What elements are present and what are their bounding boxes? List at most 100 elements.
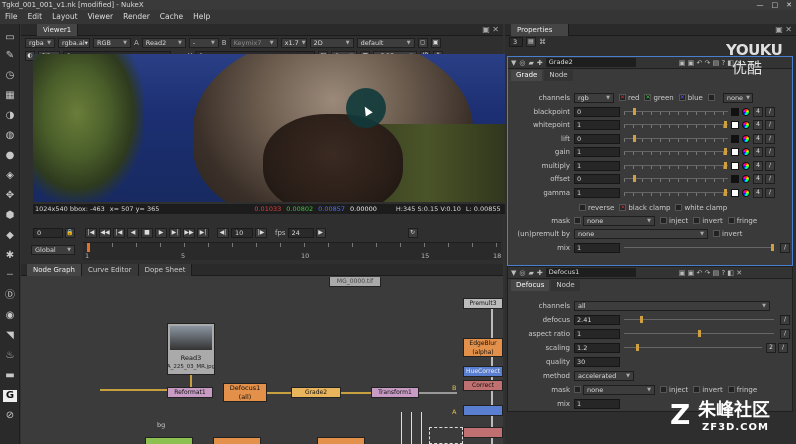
unpremult-dropdown[interactable]: none ▼	[574, 228, 708, 239]
whitepoint-colorwheel-icon[interactable]	[742, 121, 750, 129]
aspect-slider[interactable]	[624, 329, 774, 339]
invert-checkbox[interactable]	[693, 217, 701, 224]
blackpoint-swatch-icon[interactable]	[731, 107, 739, 116]
reverse-checkbox[interactable]	[579, 204, 586, 211]
multiply-slider[interactable]	[624, 161, 728, 171]
skip-back-button[interactable]: ◀|	[217, 228, 229, 238]
draw-icon[interactable]: ✎	[3, 50, 17, 62]
blackpoint-channels-button[interactable]: 4	[753, 106, 763, 117]
subtab-defocus-node[interactable]: Node	[551, 279, 580, 291]
node-reformat[interactable]: Reformat1	[167, 387, 213, 398]
defocus-mask-dropdown[interactable]: none ▼	[583, 384, 655, 395]
next-keyframe-button[interactable]: ▶▶	[183, 228, 195, 238]
loop-mode-icon[interactable]: ↻	[407, 228, 418, 238]
defocus-channels-dropdown[interactable]: all ▼	[574, 300, 770, 311]
black-clamp-checkbox[interactable]: ✕	[619, 204, 627, 211]
menu-file[interactable]: File	[0, 10, 23, 24]
input-a-dropdown[interactable]: Read2 ▼	[141, 37, 186, 48]
other-icon[interactable]: ◥	[3, 330, 17, 342]
blackpoint-slider[interactable]	[624, 107, 728, 117]
defocus-inject-checkbox[interactable]	[660, 386, 667, 393]
views-icon[interactable]: ◆	[3, 230, 17, 242]
timeline-slider[interactable]: 1 5 10 15 18	[83, 242, 501, 260]
lift-curve-icon[interactable]: ∕	[765, 133, 775, 144]
tab-viewer1[interactable]: Viewer1	[37, 23, 79, 36]
toolsets-icon[interactable]: ▬	[3, 370, 17, 382]
defocus-curve-icon[interactable]: ∕	[780, 314, 790, 325]
mask-dropdown[interactable]: none ▼	[583, 215, 655, 226]
subtab-grade[interactable]: Grade	[511, 69, 543, 81]
alpha-channel-dropdown[interactable]: rgba.al▾	[58, 37, 90, 48]
blackpoint-field[interactable]: 0	[574, 106, 620, 117]
offset-channels-button[interactable]: 4	[753, 174, 763, 184]
input-b-dropdown[interactable]: Keymix7 ▼	[229, 37, 278, 48]
alpha-channel-select[interactable]: none ▼	[722, 92, 753, 103]
time-icon[interactable]: ◷	[3, 70, 17, 82]
gamma-slider[interactable]	[624, 188, 728, 198]
defocus-viewer-icon[interactable]: ▰	[529, 269, 534, 277]
scaling-slider[interactable]	[624, 343, 762, 353]
color-icon[interactable]: ◑	[3, 110, 17, 122]
scaling-field[interactable]: 1.2	[574, 342, 620, 353]
aspect-curve-icon[interactable]: ∕	[780, 328, 790, 339]
prev-frame-button[interactable]: |◀	[113, 228, 125, 238]
grade-node-name[interactable]: Grade2	[545, 58, 636, 67]
transform-icon[interactable]: ✥	[3, 190, 17, 202]
node-top-read[interactable]: MG_0000.tif	[329, 277, 381, 287]
node-huecorrect[interactable]: HueCorrect	[463, 366, 503, 377]
defocus-invert-checkbox[interactable]	[693, 386, 701, 393]
lift-slider[interactable]	[624, 134, 728, 144]
tab-properties[interactable]: Properties	[511, 23, 569, 36]
defocus-mix-field[interactable]: 1	[574, 398, 620, 409]
defocus-collapse-icon[interactable]: ▼	[511, 269, 516, 277]
lock-panels-icon[interactable]: ⌘	[539, 38, 546, 46]
play-backward-button[interactable]: ◀	[127, 228, 139, 238]
node-blue[interactable]	[463, 405, 503, 416]
unpremult-invert-checkbox[interactable]	[713, 230, 720, 237]
whitepoint-curve-icon[interactable]: ∕	[765, 120, 775, 130]
gain-swatch-icon[interactable]	[731, 148, 739, 156]
panel-menu-icon[interactable]: ▣ ✕	[482, 25, 503, 34]
lock-range-icon[interactable]: 🔒	[65, 228, 75, 238]
multiply-curve-icon[interactable]: ∕	[765, 160, 775, 171]
roi-button[interactable]: ◻	[417, 37, 428, 48]
lock-button[interactable]: ▣	[430, 37, 441, 48]
multiply-colorwheel-icon[interactable]	[742, 161, 750, 170]
lift-field[interactable]: 0	[574, 133, 620, 144]
menu-layout[interactable]: Layout	[47, 10, 83, 24]
minimize-button[interactable]: —	[757, 0, 764, 10]
stop-button[interactable]: ■	[141, 228, 153, 238]
offset-slider[interactable]	[624, 174, 728, 184]
gain-channels-button[interactable]: 4	[753, 147, 763, 157]
collapse-icon[interactable]: ▼	[511, 59, 516, 67]
menu-viewer[interactable]: Viewer	[83, 10, 119, 24]
scope-dropdown[interactable]: Global ▼	[31, 245, 75, 255]
defocus-header-buttons-icon[interactable]: ▣ ▣ ↶ ↷ ▤ ? ◧ ✕	[679, 269, 742, 277]
tab-dope-sheet[interactable]: Dope Sheet	[138, 263, 193, 276]
metadata-icon[interactable]: ✱	[3, 250, 17, 262]
gamma-channels-button[interactable]: 4	[753, 187, 763, 198]
channels-dropdown[interactable]: rgba ▼	[25, 37, 55, 48]
red-checkbox[interactable]: ✕	[619, 94, 626, 101]
gain-slider[interactable]	[624, 147, 728, 157]
node-defocus[interactable]: Defocus1 (all)	[223, 383, 267, 402]
mask-checkbox[interactable]	[574, 217, 581, 224]
gamma-swatch-icon[interactable]	[731, 188, 739, 197]
scaling-right-field[interactable]: 2	[766, 342, 776, 353]
menu-render[interactable]: Render	[118, 10, 155, 24]
loop-icon[interactable]: ▶	[315, 228, 326, 238]
tab-node-graph[interactable]: Node Graph	[27, 263, 82, 276]
clear-panels-icon[interactable]: ▤	[526, 37, 536, 47]
gizmo-icon[interactable]: G	[3, 390, 17, 402]
view-mode-dropdown[interactable]: 2D ▼	[309, 37, 354, 48]
keyer-icon[interactable]: ●	[3, 150, 17, 162]
offset-curve-icon[interactable]: ∕	[765, 174, 775, 184]
quality-field[interactable]: 30	[574, 356, 620, 367]
tab-curve-editor[interactable]: Curve Editor	[81, 263, 139, 276]
gain-field[interactable]: 1	[574, 147, 620, 157]
subtab-defocus[interactable]: Defocus	[511, 279, 550, 291]
last-frame-button[interactable]: ▶|	[197, 228, 209, 238]
node-correct[interactable]: Correct	[463, 380, 503, 391]
current-frame-field[interactable]: 0	[33, 228, 63, 238]
whitepoint-slider[interactable]	[624, 120, 728, 130]
